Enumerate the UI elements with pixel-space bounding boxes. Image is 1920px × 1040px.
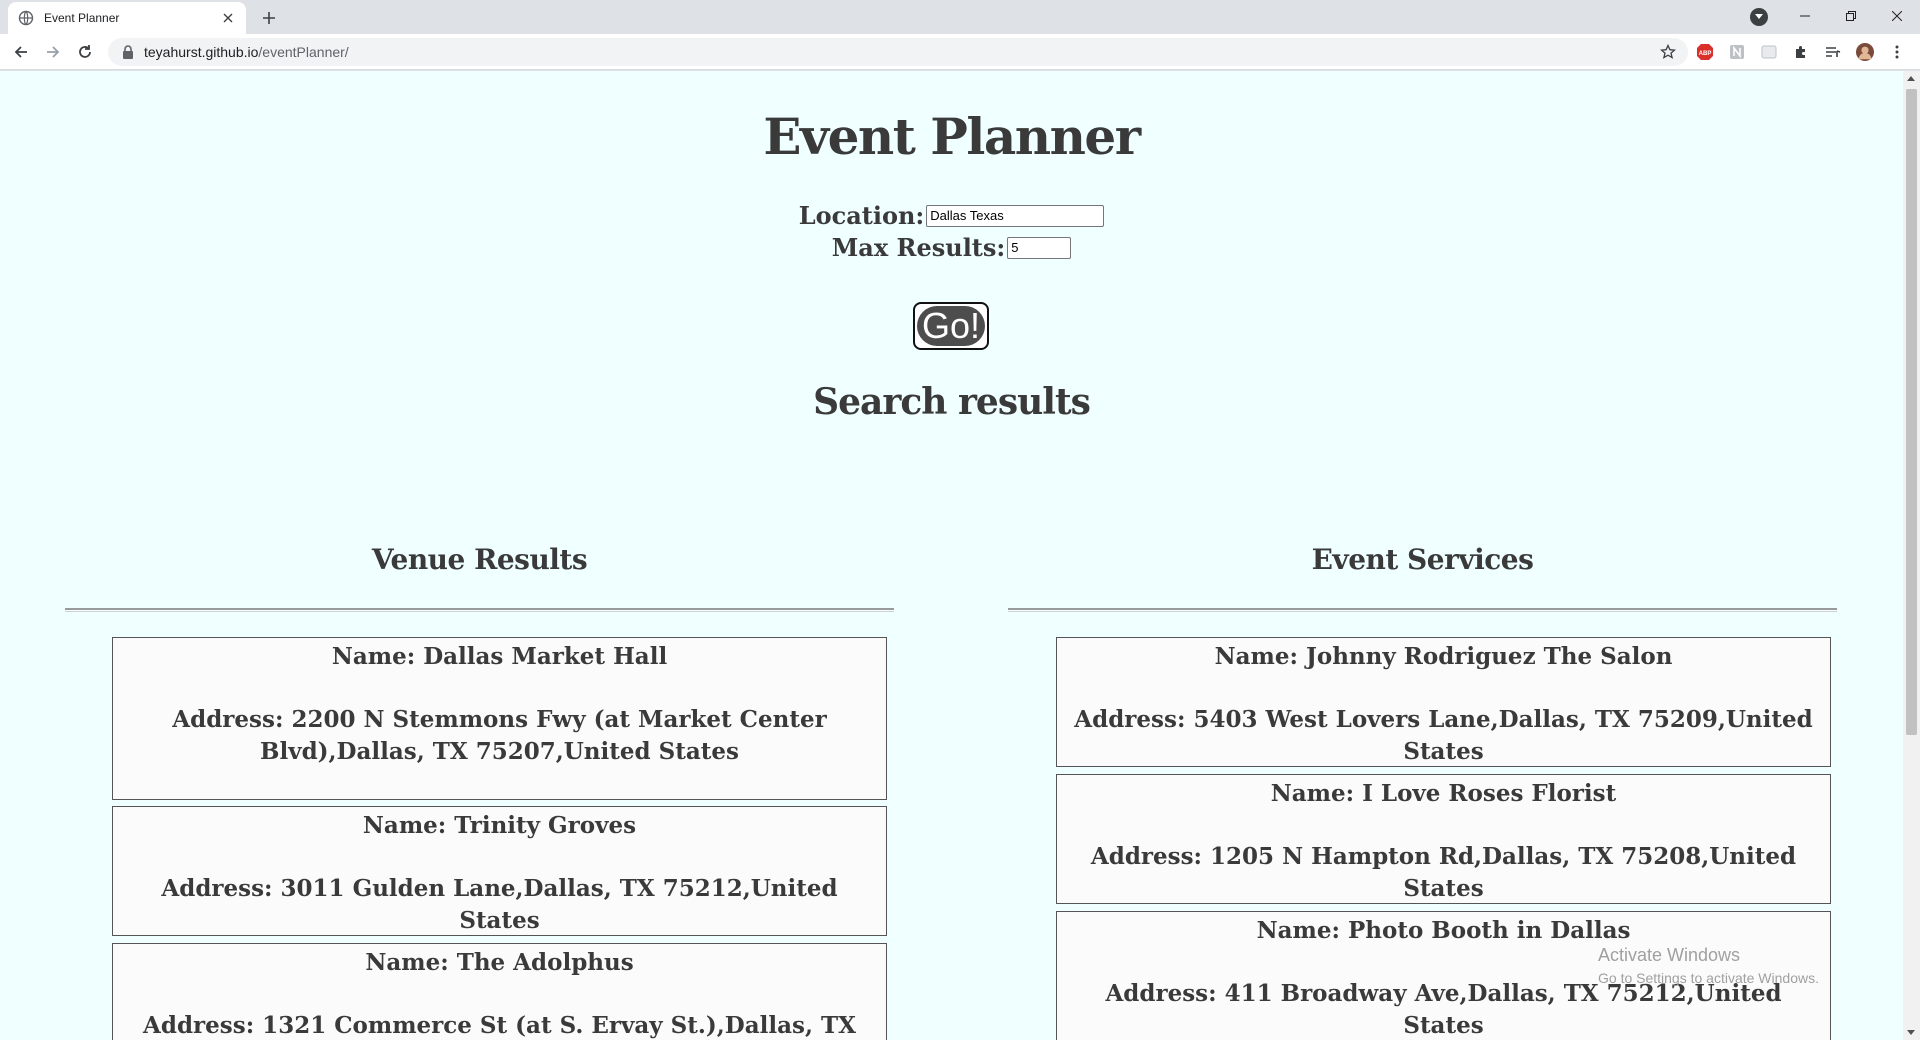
location-row: Location: bbox=[0, 201, 1903, 230]
location-label: Location: bbox=[798, 201, 925, 230]
avatar[interactable] bbox=[1856, 43, 1874, 61]
venue-name: Name: Trinity Groves bbox=[362, 812, 637, 839]
venue-results-title: Venue Results bbox=[371, 543, 588, 576]
puzzle-icon[interactable] bbox=[1792, 43, 1810, 61]
watermark-title: Activate Windows bbox=[1598, 945, 1741, 965]
venue-card: Name: Trinity Groves Address: 3011 Gulde… bbox=[112, 806, 887, 936]
venue-card: Name: Dallas Market Hall Address: 2200 N… bbox=[112, 637, 887, 800]
tab-search-icon[interactable] bbox=[1750, 8, 1768, 26]
svg-text:ABP: ABP bbox=[1699, 51, 1712, 57]
service-address: Address: 411 Broadway Ave,Dallas, TX 752… bbox=[1105, 980, 1782, 1039]
go-button-label: Go! bbox=[917, 305, 985, 346]
service-name: Name: Photo Booth in Dallas bbox=[1256, 917, 1631, 944]
activate-windows-watermark: Activate Windows Go to Settings to activ… bbox=[1598, 945, 1819, 986]
service-name: Name: Johnny Rodriguez The Salon bbox=[1214, 643, 1673, 670]
max-results-row: Max Results: bbox=[0, 233, 1903, 262]
bookmark-star-icon[interactable] bbox=[1660, 44, 1676, 60]
service-card: Name: Johnny Rodriguez The Salon Address… bbox=[1056, 637, 1831, 767]
tab-title: Event Planner bbox=[44, 11, 120, 25]
extension-icon[interactable] bbox=[1760, 43, 1778, 61]
max-results-input[interactable] bbox=[1007, 236, 1072, 259]
venue-address: Address: 3011 Gulden Lane,Dallas, TX 752… bbox=[161, 875, 838, 934]
tab-strip: Event Planner bbox=[0, 0, 1920, 34]
lock-icon bbox=[122, 45, 134, 59]
page-title: Event Planner bbox=[763, 107, 1141, 166]
venue-name: Name: Dallas Market Hall bbox=[331, 643, 668, 670]
url-text: teyahurst.github.io/eventPlanner/ bbox=[144, 44, 349, 60]
back-arrow-icon[interactable] bbox=[9, 40, 33, 64]
new-tab-button[interactable] bbox=[258, 7, 280, 29]
page-viewport: Event Planner Location: Max Results: Go!… bbox=[0, 71, 1920, 1040]
location-input[interactable] bbox=[926, 204, 1105, 227]
venue-address: Address: 2200 N Stemmons Fwy (at Market … bbox=[172, 706, 827, 765]
media-queue-icon[interactable] bbox=[1824, 43, 1842, 61]
adblock-icon[interactable]: ABP bbox=[1696, 43, 1714, 61]
service-address: Address: 5403 West Lovers Lane,Dallas, T… bbox=[1074, 706, 1813, 765]
service-address: Address: 1205 N Hampton Rd,Dallas, TX 75… bbox=[1090, 843, 1797, 902]
venue-divider bbox=[65, 608, 894, 612]
forward-arrow-icon[interactable] bbox=[41, 40, 65, 64]
go-button[interactable]: Go! bbox=[913, 302, 989, 350]
max-results-label: Max Results: bbox=[831, 233, 1006, 262]
watermark-subtitle: Go to Settings to activate Windows. bbox=[1598, 970, 1819, 986]
close-window-button[interactable] bbox=[1874, 0, 1920, 32]
search-results-title: Search results bbox=[813, 381, 1091, 423]
close-tab-icon[interactable] bbox=[220, 10, 236, 26]
page-scrollbar[interactable] bbox=[1903, 71, 1920, 1040]
scroll-up-arrow-icon[interactable] bbox=[1907, 76, 1915, 81]
event-services-title: Event Services bbox=[1311, 543, 1534, 576]
extension-icon[interactable] bbox=[1728, 43, 1746, 61]
services-divider bbox=[1008, 608, 1837, 612]
scroll-down-arrow-icon[interactable] bbox=[1907, 1030, 1915, 1035]
minimize-button[interactable] bbox=[1782, 0, 1828, 32]
venue-name: Name: The Adolphus bbox=[365, 949, 634, 976]
scrollbar-thumb[interactable] bbox=[1906, 89, 1917, 735]
menu-kebab-icon[interactable] bbox=[1888, 43, 1906, 61]
venue-address: Address: 1321 Commerce St (at S. Ervay S… bbox=[143, 1012, 856, 1039]
service-name: Name: I Love Roses Florist bbox=[1270, 780, 1617, 807]
browser-tab[interactable]: Event Planner bbox=[8, 2, 246, 34]
service-card: Name: I Love Roses Florist Address: 1205… bbox=[1056, 774, 1831, 904]
restore-button[interactable] bbox=[1828, 0, 1874, 32]
globe-icon bbox=[18, 10, 34, 26]
address-bar[interactable]: teyahurst.github.io/eventPlanner/ bbox=[108, 38, 1688, 66]
venue-card: Name: The Adolphus Address: 1321 Commerc… bbox=[112, 943, 887, 1040]
browser-toolbar: teyahurst.github.io/eventPlanner/ ABP bbox=[0, 34, 1920, 70]
reload-icon[interactable] bbox=[73, 40, 97, 64]
